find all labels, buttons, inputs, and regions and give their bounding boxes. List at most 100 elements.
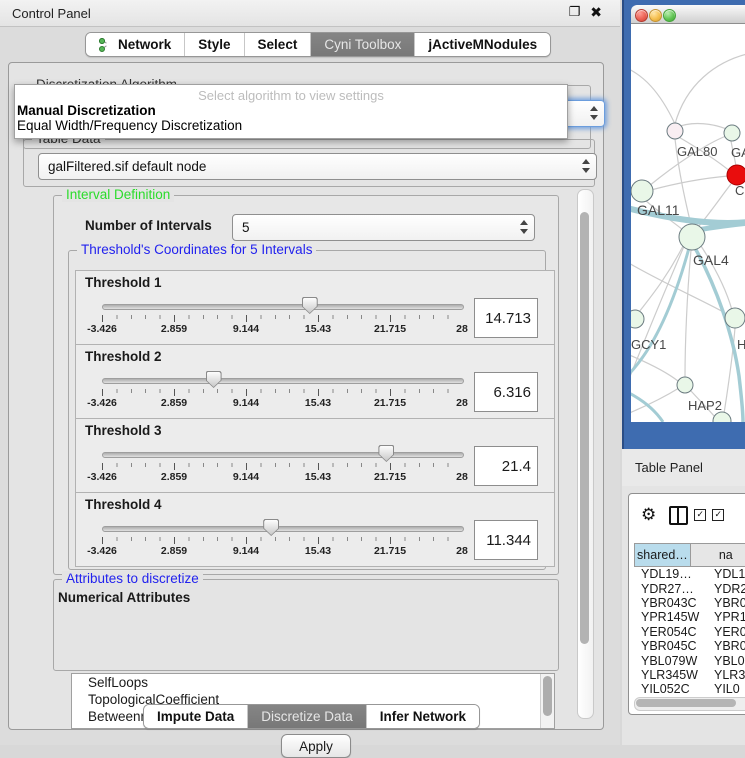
algorithm-option-manual[interactable]: Manual Discretization — [17, 103, 156, 118]
table-row[interactable]: YDR27…YDR2 — [634, 581, 745, 595]
scrollbar-thumb[interactable] — [636, 699, 736, 707]
table-panel-title: Table Panel — [635, 460, 703, 475]
table-header-row: shared… na — [634, 543, 745, 567]
minimize-traffic-light-icon[interactable] — [649, 9, 662, 22]
column-header-shared-name[interactable]: shared… — [635, 544, 691, 566]
threshold-4-slider[interactable]: -3.4262.859 9.14415.43 21.71528 — [102, 493, 462, 566]
combobox-stepper-icon — [581, 158, 590, 174]
interval-definition-group-title: Interval Definition — [62, 187, 174, 202]
combobox-stepper-icon — [589, 105, 598, 121]
threshold-coordinates-group: Threshold's Coordinates for 5 Intervals … — [68, 250, 546, 570]
number-of-intervals-combobox[interactable]: 5 — [232, 214, 535, 241]
algorithm-hint-option[interactable]: Select algorithm to view settings — [15, 88, 567, 103]
select-all-columns-icon[interactable]: ✓ — [712, 509, 724, 521]
svg-text:GA: GA — [731, 145, 745, 160]
table-row[interactable]: YDL19…YDL1 — [634, 567, 745, 581]
apply-button[interactable]: Apply — [281, 734, 351, 758]
threshold-1-value[interactable]: 14.713 — [474, 298, 538, 338]
tab-impute-data[interactable]: Impute Data — [144, 705, 248, 728]
threshold-2-value[interactable]: 6.316 — [474, 372, 538, 412]
slider-track[interactable] — [102, 304, 464, 310]
table-row[interactable]: YPR145WYPR1 — [634, 610, 745, 624]
number-of-intervals-label: Number of Intervals — [85, 218, 212, 233]
threshold-3-slider-thumb[interactable] — [378, 445, 394, 462]
algorithm-option-equal-width[interactable]: Equal Width/Frequency Discretization — [17, 118, 242, 133]
tab-jactivemnodules[interactable]: jActiveMNodules — [415, 33, 550, 56]
table-row[interactable]: YER054CYER0 — [634, 625, 745, 639]
threshold-1-slider-thumb[interactable] — [302, 297, 318, 314]
svg-text:GAL11: GAL11 — [637, 202, 680, 218]
float-window-icon[interactable]: ❐ — [569, 4, 581, 21]
network-window-titlebar[interactable] — [631, 5, 745, 24]
gear-icon[interactable]: ⚙ — [641, 505, 656, 525]
tab-cyni-toolbox[interactable]: Cyni Toolbox — [311, 33, 415, 56]
combobox-stepper-icon — [519, 219, 528, 235]
column-header-name[interactable]: na — [691, 544, 745, 566]
scrollbar-thumb[interactable] — [580, 212, 589, 644]
slider-track[interactable] — [102, 378, 464, 384]
table-horizontal-scrollbar[interactable] — [634, 697, 745, 711]
node-right-mid[interactable] — [725, 308, 745, 328]
svg-text:GCY1: GCY1 — [631, 337, 666, 352]
slider-scale: -3.4262.859 9.14415.43 21.71528 — [102, 323, 462, 335]
table-toolbar: ⚙ ✓ ✓ — [629, 494, 745, 536]
control-panel-title: Control Panel — [12, 6, 91, 21]
table-data-group: Table Data galFiltered.sif default node — [23, 139, 595, 187]
node-gal4[interactable] — [679, 224, 705, 250]
node-gal11[interactable] — [631, 180, 653, 202]
slider-scale: -3.4262.859 9.14415.43 21.71528 — [102, 397, 462, 409]
threshold-3-value[interactable]: 21.4 — [474, 446, 538, 486]
slider-track[interactable] — [102, 452, 464, 458]
algorithm-dropdown-popup: Select algorithm to view settings Manual… — [14, 84, 568, 139]
threshold-3-slider[interactable]: -3.4262.859 9.14415.43 21.71528 — [102, 419, 462, 492]
node-right-top[interactable] — [724, 125, 740, 141]
threshold-4-value[interactable]: 11.344 — [474, 520, 538, 560]
list-vertical-scrollbar[interactable] — [540, 674, 554, 728]
close-traffic-light-icon[interactable] — [635, 9, 648, 22]
table-panel: ⚙ ✓ ✓ shared… na YDL19…YDL1 YDR27…YDR2 Y… — [622, 486, 745, 745]
threshold-1-panel: Threshold 1 -3.4262.859 9.14415.43 21.71… — [75, 270, 555, 345]
svg-text:H: H — [737, 337, 745, 352]
slider-ticks — [102, 537, 462, 544]
node-gcy1[interactable] — [631, 310, 644, 328]
threshold-1-slider[interactable]: -3.4262.859 9.14415.43 21.71528 — [102, 271, 462, 344]
slider-track[interactable] — [102, 526, 464, 532]
table-row[interactable]: YBR043CYBR0 — [634, 596, 745, 610]
close-icon[interactable]: ✖ — [590, 4, 602, 21]
scrollbar-thumb[interactable] — [543, 676, 552, 716]
list-item[interactable]: SelfLoops — [72, 674, 554, 691]
slider-ticks — [102, 389, 462, 396]
panel-vertical-scrollbar[interactable] — [577, 189, 594, 719]
tab-style[interactable]: Style — [185, 33, 244, 56]
table-row[interactable]: YIL052CYIL0 — [634, 682, 745, 695]
table-row[interactable]: YBL079WYBL0 — [634, 653, 745, 667]
threshold-2-slider-thumb[interactable] — [206, 371, 222, 388]
threshold-coordinates-group-title: Threshold's Coordinates for 5 Intervals — [77, 242, 316, 257]
network-canvas[interactable]: GAL80 GA C GAL11 GAL4 GCY1 H HAP2 — [631, 24, 745, 422]
columns-icon[interactable] — [669, 506, 688, 525]
tab-discretize-data[interactable]: Discretize Data — [248, 705, 367, 728]
tab-infer-network[interactable]: Infer Network — [367, 705, 479, 728]
zoom-traffic-light-icon[interactable] — [663, 9, 676, 22]
threshold-4-slider-thumb[interactable] — [263, 519, 279, 536]
tab-select[interactable]: Select — [245, 33, 312, 56]
svg-text:GAL80: GAL80 — [677, 144, 717, 159]
numerical-attributes-label: Numerical Attributes — [58, 590, 190, 605]
tab-network[interactable]: Network — [86, 33, 185, 56]
cyni-bottom-tabs: Impute Data Discretize Data Infer Networ… — [143, 704, 480, 729]
node-hap2[interactable] — [677, 377, 693, 393]
interval-definition-group: Interval Definition Number of Intervals … — [53, 195, 559, 575]
threshold-2-panel: Threshold 2 -3.4262.859 9.14415.43 21.71… — [75, 344, 555, 419]
select-columns-icon[interactable]: ✓ — [694, 509, 706, 521]
slider-ticks — [102, 315, 462, 322]
attributes-group: Attributes to discretize Numerical Attri… — [53, 579, 559, 671]
node-bottom-cut[interactable] — [713, 412, 731, 422]
network-nodes[interactable] — [631, 123, 745, 422]
slider-scale: -3.4262.859 9.14415.43 21.71528 — [102, 471, 462, 483]
table-row[interactable]: YBR045CYBR0 — [634, 639, 745, 653]
table-data-combobox[interactable]: galFiltered.sif default node — [38, 153, 597, 180]
table-row[interactable]: YLR345WYLR3 — [634, 668, 745, 682]
threshold-2-slider[interactable]: -3.4262.859 9.14415.43 21.71528 — [102, 345, 462, 418]
node-gal80[interactable] — [667, 123, 683, 139]
node-red[interactable] — [727, 165, 745, 185]
